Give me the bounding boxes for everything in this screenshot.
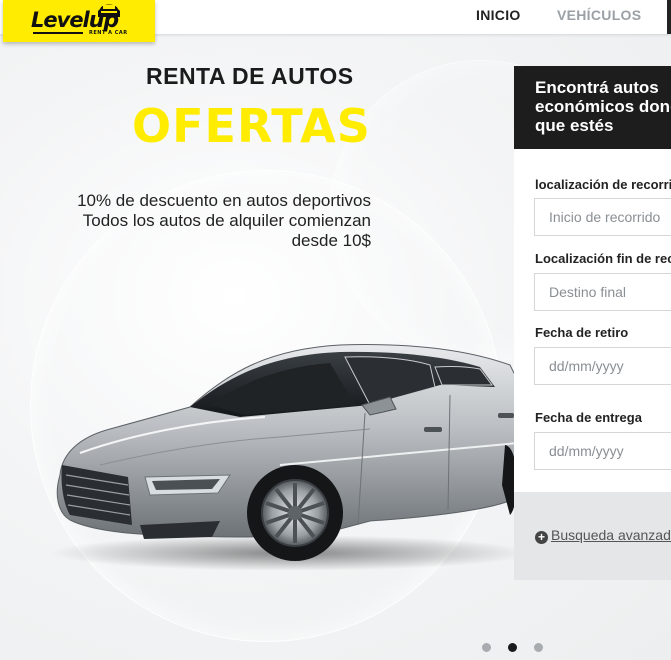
hero-desc-line: desde 10$ [291,231,371,250]
advanced-search-link[interactable]: + Busqueda avanzada [535,527,671,544]
pickup-date-label: Fecha de retiro [535,325,629,340]
advanced-search-label: Busqueda avanzada [551,527,671,543]
return-date-input[interactable] [534,432,671,470]
booking-panel-footer: + Busqueda avanzada [514,492,671,580]
carousel-dot-2[interactable] [508,643,517,652]
nav-item-vehiculos[interactable]: VEHÍCULOS [557,0,641,34]
dropoff-location-label: Localización fin de recorrido [535,251,671,266]
brand-logo[interactable]: Levelup RENT A CAR [3,0,155,42]
logo-main: Level [31,8,90,32]
nav-item-inicio[interactable]: INICIO [476,0,521,34]
navbar-edge [667,0,671,34]
hero-description: 10% de descuento en autos deportivos Tod… [11,191,371,251]
hero-desc-line: 10% de descuento en autos deportivos [77,191,371,210]
carousel-dot-1[interactable] [482,643,491,652]
logo-underline [33,32,83,34]
logo-tagline: RENT A CAR [89,30,128,36]
dropoff-location-input[interactable] [534,273,671,311]
pickup-location-label: localización de recorrido [535,177,671,192]
pickup-location-input[interactable] [534,198,671,236]
car-image [50,344,520,570]
booking-panel-header: Encontrá autos económicos donde que esté… [514,66,671,149]
hero-desc-line: Todos los autos de alquiler comienzan [82,211,371,230]
booking-heading: Encontrá autos económicos donde que esté… [535,78,671,135]
hero-title: RENTA DE AUTOS [146,63,354,89]
pickup-date-input[interactable] [534,347,671,385]
plus-circle-icon: + [535,531,548,544]
return-date-label: Fecha de entrega [535,410,642,425]
hero-highlight: OFERTAS [132,99,371,153]
carousel-dot-3[interactable] [534,643,543,652]
booking-form: localización de recorrido Localización f… [514,149,671,492]
